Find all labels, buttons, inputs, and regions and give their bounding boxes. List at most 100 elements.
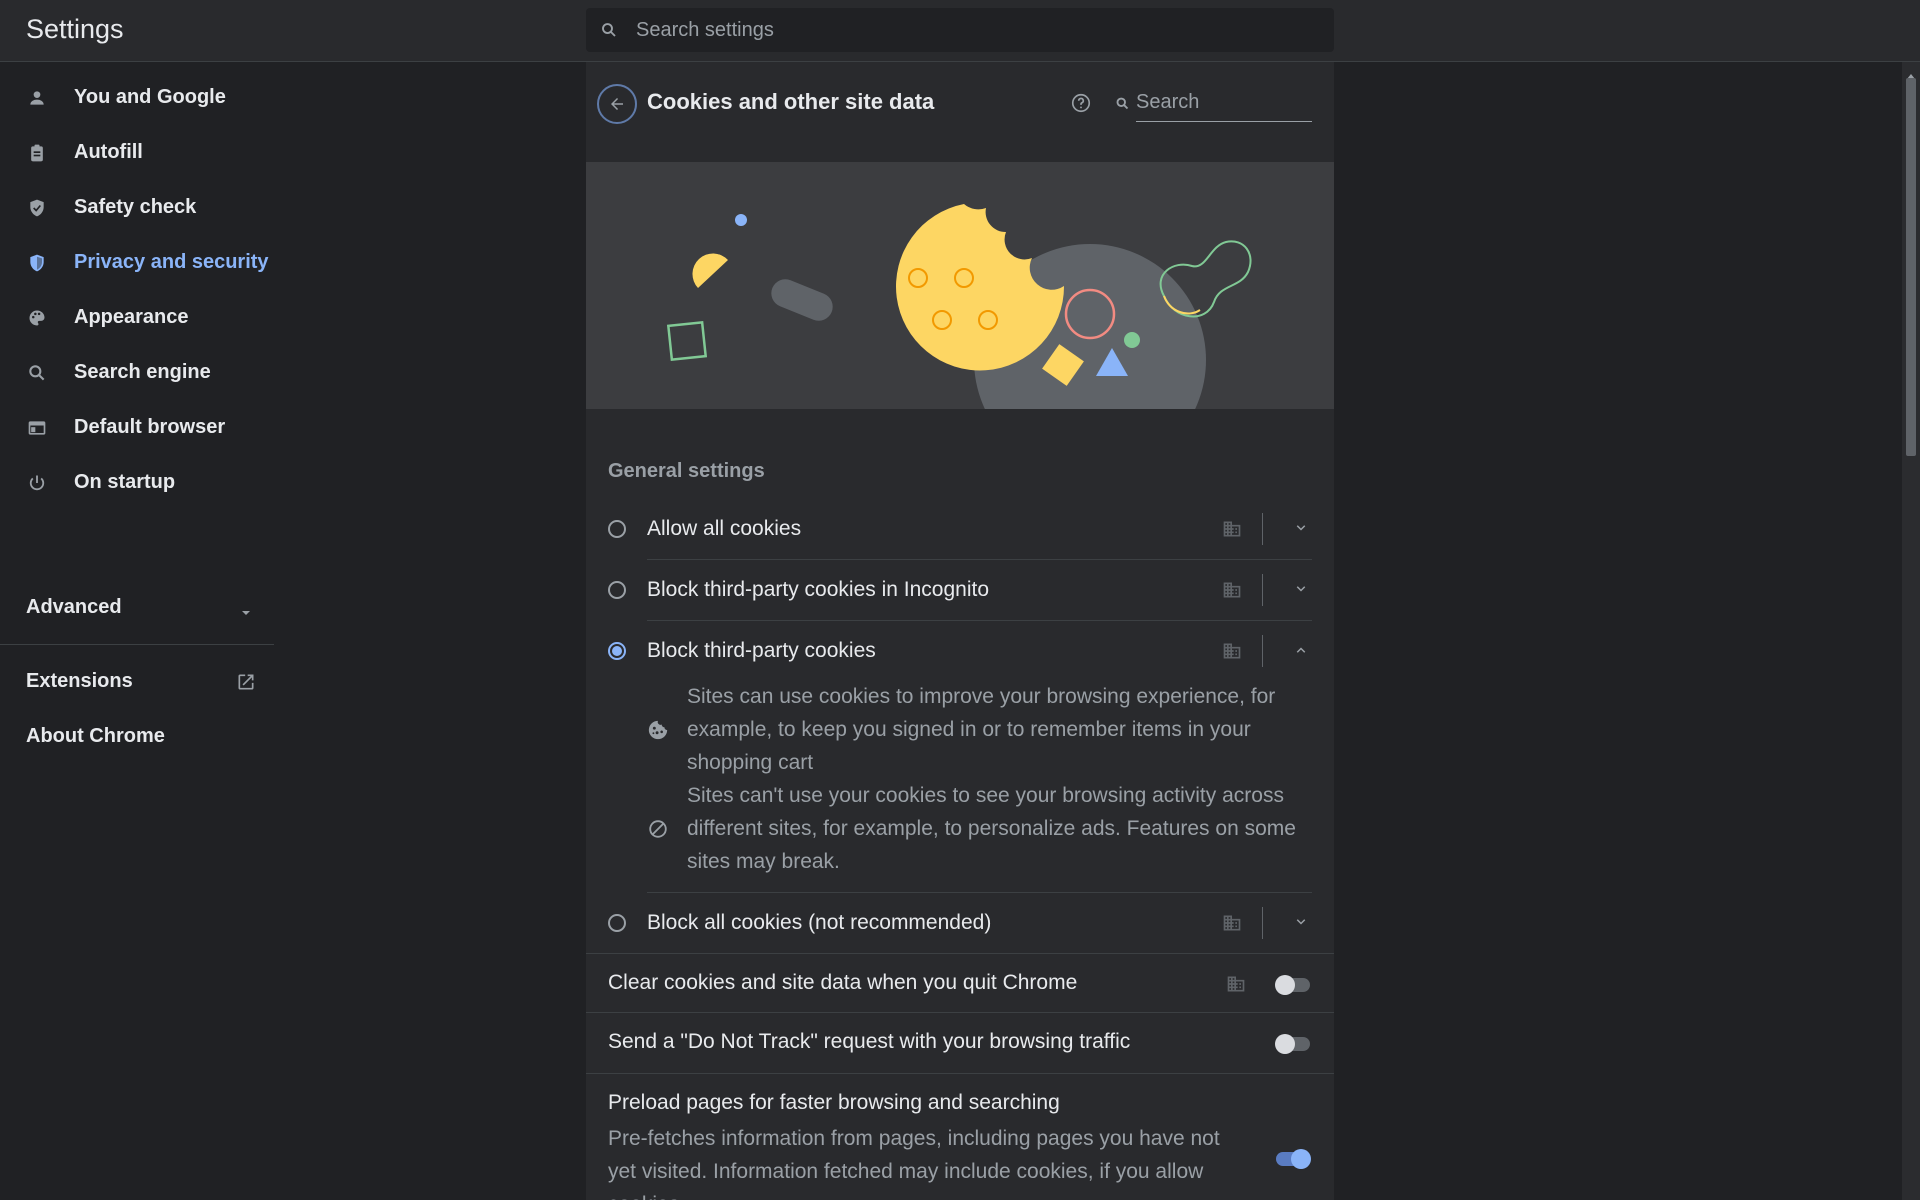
about-chrome-label: About Chrome	[26, 725, 165, 747]
power-icon	[27, 473, 47, 493]
option-label: Block all cookies (not recommended)	[647, 911, 992, 934]
vertical-separator	[1262, 635, 1263, 667]
sidebar-item-appearance[interactable]: Appearance	[0, 294, 276, 342]
extensions-link[interactable]: Extensions	[0, 658, 276, 706]
sidebar-item-autofill[interactable]: Autofill	[0, 129, 276, 177]
help-icon[interactable]	[1070, 92, 1092, 119]
allow-description-line: example, to keep you signed in or to rem…	[687, 718, 1251, 741]
sidebar-item-safety-check[interactable]: Safety check	[0, 184, 276, 232]
back-button[interactable]	[597, 84, 637, 124]
option-label: Allow all cookies	[647, 517, 802, 540]
enterprise-policy-icon	[1222, 519, 1242, 544]
clear-on-quit-toggle[interactable]	[1275, 975, 1310, 995]
vertical-separator	[1262, 574, 1263, 606]
top-bar: Settings	[0, 0, 1920, 62]
external-link-icon	[236, 672, 256, 697]
option-label: Block third-party cookies in Incognito	[647, 578, 989, 601]
pill-shape	[771, 279, 833, 321]
collapse-button[interactable]	[1292, 641, 1310, 664]
sidebar-item-label: Search engine	[74, 361, 211, 383]
preload-description-line: Pre-fetches information from pages, incl…	[608, 1127, 1220, 1150]
section-title: General settings	[608, 460, 765, 482]
toggle-knob	[1291, 1149, 1311, 1169]
block-description-line: Sites can't use your cookies to see your…	[687, 784, 1284, 807]
extensions-label: Extensions	[26, 670, 133, 692]
radio-button[interactable]	[608, 520, 626, 538]
preload-toggle[interactable]	[1276, 1149, 1311, 1169]
sidebar-item-label: Autofill	[74, 141, 143, 163]
vertical-separator	[1262, 513, 1263, 545]
expand-button[interactable]	[1292, 519, 1310, 542]
settings-search-box[interactable]	[586, 8, 1334, 52]
radio-button-selected[interactable]	[608, 642, 626, 660]
sidebar-item-privacy-and-security[interactable]: Privacy and security	[0, 239, 276, 287]
sidebar-item-on-startup[interactable]: On startup	[0, 459, 276, 507]
caret-down-icon	[240, 604, 252, 622]
shield-check-icon	[27, 198, 47, 218]
enterprise-policy-icon	[1226, 974, 1246, 999]
page-title: Cookies and other site data	[647, 89, 935, 114]
option-block-all-cookies[interactable]: Block all cookies (not recommended)	[586, 893, 1334, 953]
cookies-illustration	[586, 162, 1334, 409]
allow-description-line: Sites can use cookies to improve your br…	[687, 685, 1276, 708]
sidebar-item-search-engine[interactable]: Search engine	[0, 349, 276, 397]
chevron-down-icon	[1296, 919, 1306, 925]
enterprise-policy-icon	[1222, 913, 1242, 938]
person-icon	[27, 88, 47, 108]
clear-on-quit-label: Clear cookies and site data when you qui…	[608, 971, 1078, 994]
radio-button[interactable]	[608, 581, 626, 599]
palette-icon	[27, 308, 47, 328]
option-allow-all-cookies[interactable]: Allow all cookies	[586, 499, 1334, 559]
search-icon	[27, 363, 47, 383]
option-block-third-party-cookies[interactable]: Block third-party cookies	[586, 621, 1334, 681]
option-label: Block third-party cookies	[647, 639, 876, 662]
app-title: Settings	[26, 14, 124, 44]
cookie-icon	[647, 719, 669, 746]
advanced-toggle[interactable]: Advanced	[0, 582, 276, 634]
sidebar-item-label: Default browser	[74, 416, 226, 438]
sidebar-item-default-browser[interactable]: Default browser	[0, 404, 276, 452]
radio-button[interactable]	[608, 914, 626, 932]
sidebar-item-you-and-google[interactable]: You and Google	[0, 74, 276, 122]
expand-button[interactable]	[1292, 580, 1310, 603]
sidebar-item-label: Appearance	[74, 306, 189, 328]
scrollbar-thumb[interactable]	[1906, 78, 1916, 456]
block-description-line: sites may break.	[687, 850, 840, 873]
blue-dot-shape	[735, 214, 747, 226]
enterprise-policy-icon	[1222, 580, 1242, 605]
scrollbar[interactable]	[1902, 62, 1920, 1200]
vertical-separator	[1262, 907, 1263, 939]
preload-description-line: cookies.	[608, 1188, 1248, 1200]
expand-button[interactable]	[1292, 913, 1310, 936]
clear-on-quit-row[interactable]: Clear cookies and site data when you qui…	[586, 954, 1334, 1014]
sidebar-item-label: You and Google	[74, 86, 226, 108]
advanced-label: Advanced	[26, 596, 122, 618]
sidebar-item-label: Safety check	[74, 196, 197, 218]
block-icon	[647, 818, 669, 845]
search-icon	[600, 21, 618, 44]
cookies-settings-card: Cookies and other site data Search Gener…	[586, 62, 1334, 1200]
cookies-search-input[interactable]	[1136, 84, 1312, 120]
chevron-down-icon	[1296, 586, 1306, 592]
green-dot-shape	[1124, 332, 1140, 348]
cookies-search-field[interactable]	[1136, 84, 1312, 122]
sidebar-item-label: Privacy and security	[74, 251, 269, 273]
settings-search-input[interactable]	[636, 8, 1316, 52]
do-not-track-toggle[interactable]	[1275, 1034, 1310, 1054]
shield-icon	[27, 253, 47, 273]
sidebar-divider	[0, 644, 274, 645]
arrow-back-icon	[611, 98, 623, 110]
sidebar: You and Google Autofill Safety check Pri…	[0, 62, 276, 1200]
search-icon	[1115, 96, 1130, 116]
preload-description-line: yet visited. Information fetched may inc…	[608, 1160, 1204, 1183]
option-block-third-party-incognito[interactable]: Block third-party cookies in Incognito	[586, 560, 1334, 620]
preload-label: Preload pages for faster browsing and se…	[608, 1091, 1060, 1114]
yellow-half-shape	[692, 253, 728, 288]
toggle-knob	[1275, 975, 1295, 995]
block-description-line: different sites, for example, to persona…	[687, 817, 1296, 840]
about-chrome-link[interactable]: About Chrome	[0, 713, 276, 761]
browser-icon	[27, 418, 47, 438]
green-square-shape	[666, 320, 708, 362]
do-not-track-row[interactable]: Send a "Do Not Track" request with your …	[586, 1013, 1334, 1073]
do-not-track-label: Send a "Do Not Track" request with your …	[608, 1030, 1131, 1053]
